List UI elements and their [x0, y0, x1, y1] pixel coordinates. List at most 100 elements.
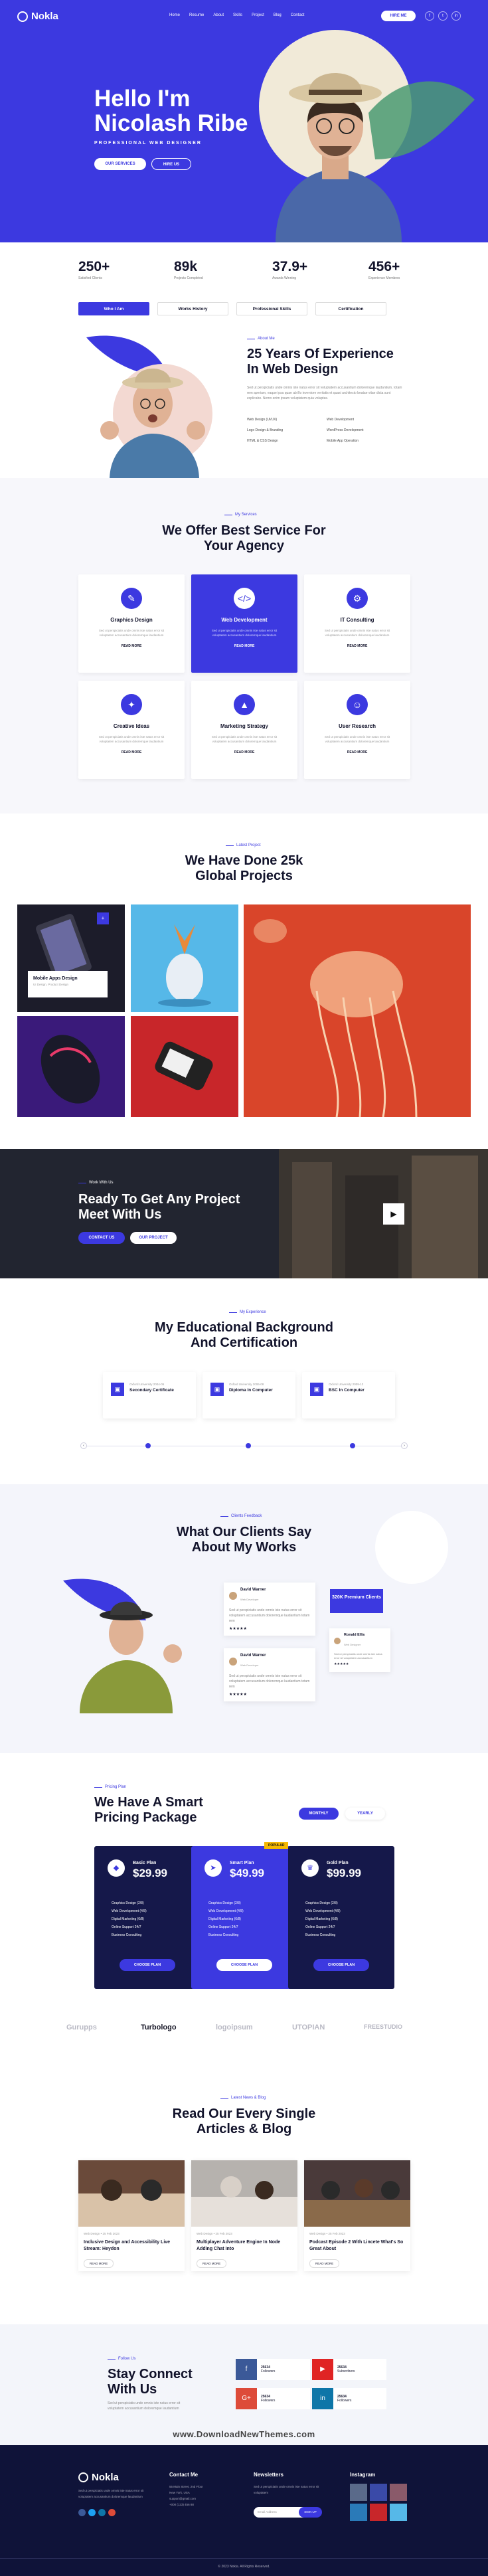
- service-card-it[interactable]: ⚙ IT Consulting Sed ut perspiciatis unde o…: [304, 574, 410, 673]
- read-more-link[interactable]: READ MORE: [191, 644, 297, 648]
- plus-icon[interactable]: +: [97, 912, 109, 924]
- blog-card[interactable]: Web Design • 25 Feb 2023 Inclusive Desig…: [78, 2160, 185, 2271]
- about-title: 25 Years Of Experience In Web Design: [247, 347, 394, 377]
- plan-name: Gold Plan: [327, 1861, 349, 1865]
- stat-label: Projects Completed: [174, 276, 203, 280]
- instagram-thumb[interactable]: [370, 2504, 387, 2521]
- facebook-icon[interactable]: f: [425, 11, 434, 21]
- facebook-icon[interactable]: [78, 2509, 86, 2516]
- nav-item-contact[interactable]: Contact: [291, 13, 305, 17]
- about-portrait: [86, 335, 212, 480]
- stat-projects: 89k Projects Completed: [174, 259, 203, 280]
- read-more-link[interactable]: READ MORE: [191, 750, 297, 754]
- read-more-button[interactable]: READ MORE: [84, 2259, 114, 2268]
- social-box-linkedin[interactable]: in 25634 Followers: [312, 2388, 386, 2409]
- nav-item-skills[interactable]: Skills: [233, 13, 242, 17]
- choose-plan-button[interactable]: CHOOSE PLAN: [216, 1959, 272, 1971]
- our-services-button[interactable]: OUR SERVICES: [94, 158, 146, 170]
- stay-desc: Sed ut perspiciatis unde omnis iste natu…: [108, 2401, 181, 2411]
- tab-who-i-am[interactable]: Who I Am: [78, 302, 149, 315]
- tab-certification[interactable]: Certification: [315, 302, 386, 315]
- instagram-thumb[interactable]: [350, 2484, 367, 2501]
- service-title: Creative Ideas: [113, 723, 150, 729]
- monthly-toggle[interactable]: MONTHLY: [299, 1808, 339, 1820]
- instagram-thumb[interactable]: [390, 2504, 407, 2521]
- service-card-research[interactable]: ☺ User Research Sed ut perspiciatis unde o…: [304, 681, 410, 779]
- blog-card[interactable]: Web Design • 25 Feb 2023 Multiplayer Adv…: [191, 2160, 297, 2271]
- nav-item-blog[interactable]: Blog: [274, 13, 282, 17]
- play-icon[interactable]: ▶: [383, 1203, 404, 1225]
- contact-us-button[interactable]: CONTACT US: [78, 1232, 125, 1244]
- plan-feature: Business Consulting: [112, 1933, 142, 1937]
- instagram-thumb[interactable]: [370, 2484, 387, 2501]
- our-project-button[interactable]: OUR PROJECT: [130, 1232, 177, 1244]
- plan-name: Basic Plan: [133, 1861, 157, 1865]
- blog-post-title[interactable]: Podcast Episode 2 With Lincete What's So…: [309, 2239, 405, 2253]
- linkedin-icon[interactable]: in: [451, 11, 461, 21]
- service-card-marketing[interactable]: ▲ Marketing Strategy Sed ut perspiciatis u…: [191, 681, 297, 779]
- tab-professional-skills[interactable]: Professional Skills: [236, 302, 307, 315]
- nav-item-project[interactable]: Project: [252, 13, 264, 17]
- pricing-title: We Have A Smart Pricing Package: [94, 1795, 203, 1825]
- nav-item-about[interactable]: About: [213, 13, 224, 17]
- footer-logo[interactable]: Nokla: [78, 2472, 119, 2483]
- project-jellyfish[interactable]: [244, 904, 471, 1117]
- nav-item-resume[interactable]: Resume: [189, 13, 204, 17]
- blog-image: [304, 2160, 410, 2227]
- project-mouse[interactable]: [17, 1016, 125, 1117]
- project-pineapple[interactable]: [131, 904, 238, 1012]
- contact-phone[interactable]: +000 (123) 456 88: [169, 2502, 203, 2508]
- tab-works-history[interactable]: Works History: [157, 302, 228, 315]
- plan-feature: Web Development (4/8): [305, 1909, 341, 1913]
- read-more-button[interactable]: READ MORE: [197, 2259, 227, 2268]
- yearly-toggle[interactable]: YEARLY: [345, 1808, 385, 1820]
- blog-post-title[interactable]: Multiplayer Adventure Engine In Node Add…: [197, 2239, 292, 2253]
- newsletter-signup-button[interactable]: SIGN UP: [299, 2507, 322, 2518]
- social-box-youtube[interactable]: ▶ 25634 Subscribers: [312, 2359, 386, 2380]
- read-more-button[interactable]: READ MORE: [309, 2259, 340, 2268]
- prev-arrow-icon[interactable]: ‹: [80, 1442, 87, 1449]
- timeline-dot[interactable]: [246, 1443, 251, 1448]
- blog-post-title[interactable]: Inclusive Design and Accessibility Live …: [84, 2239, 179, 2253]
- avatar: [229, 1658, 237, 1666]
- instagram-thumb[interactable]: [350, 2504, 367, 2521]
- logo[interactable]: Nokla: [17, 11, 58, 22]
- social-box-google-plus[interactable]: G+ 25634 Followers: [236, 2388, 310, 2409]
- review-text: Sed ut perspiciatis unde omnis iste natu…: [229, 1674, 310, 1689]
- social-box-facebook[interactable]: f 25634 Followers: [236, 2359, 310, 2380]
- instagram-thumb[interactable]: [390, 2484, 407, 2501]
- cta-tag: Work With Us: [78, 1181, 114, 1185]
- next-arrow-icon[interactable]: ›: [401, 1442, 408, 1449]
- stat-label: Awards Winning: [272, 276, 297, 280]
- education-card[interactable]: ▣ Oxford University 2009-13 BSC In Compute…: [302, 1372, 395, 1418]
- twitter-icon[interactable]: t: [438, 11, 447, 21]
- youtube-icon[interactable]: [108, 2509, 116, 2516]
- read-more-link[interactable]: READ MORE: [304, 750, 410, 754]
- twitter-icon[interactable]: [88, 2509, 96, 2516]
- choose-plan-button[interactable]: CHOOSE PLAN: [313, 1959, 369, 1971]
- plan-feature: Digital Marketing (6/8): [305, 1917, 338, 1921]
- blog-card[interactable]: Web Design • 25 Feb 2023 Podcast Episode…: [304, 2160, 410, 2271]
- service-card-graphics[interactable]: ✎ Graphics Design Sed ut perspiciatis unde…: [78, 574, 185, 673]
- logo-text: Nokla: [92, 2472, 119, 2483]
- hire-us-button[interactable]: HIRE US: [151, 158, 191, 170]
- linkedin-icon[interactable]: [98, 2509, 106, 2516]
- about-tabs: Who I Am Works History Professional Skil…: [78, 302, 386, 315]
- timeline-dot[interactable]: [145, 1443, 151, 1448]
- read-more-link[interactable]: READ MORE: [304, 644, 410, 648]
- education-card[interactable]: ▣ Oxford University 2006-08 Diploma In Com…: [203, 1372, 295, 1418]
- service-card-web-dev[interactable]: </> Web Development Sed ut perspiciatis un…: [191, 574, 297, 673]
- contact-email[interactable]: support@gmail.com: [169, 2496, 203, 2502]
- read-more-link[interactable]: READ MORE: [78, 750, 185, 754]
- project-device[interactable]: [131, 1016, 238, 1117]
- timeline-dot[interactable]: [350, 1443, 355, 1448]
- project-mobile-apps[interactable]: + Mobile Apps Design UI Design, Product …: [17, 904, 125, 1012]
- education-year: Oxford University 2004-05: [129, 1383, 165, 1386]
- choose-plan-button[interactable]: CHOOSE PLAN: [120, 1959, 175, 1971]
- hire-me-button[interactable]: HIRE ME: [381, 11, 416, 21]
- footer-contact-list: 55 Main Street, 2nd Floor New York, USA …: [169, 2484, 203, 2508]
- service-card-creative[interactable]: ✦ Creative Ideas Sed ut perspiciatis unde …: [78, 681, 185, 779]
- nav-item-home[interactable]: Home: [169, 13, 180, 17]
- education-card[interactable]: ▣ Oxford University 2004-05 Secondary Cert…: [103, 1372, 196, 1418]
- read-more-link[interactable]: READ MORE: [78, 644, 185, 648]
